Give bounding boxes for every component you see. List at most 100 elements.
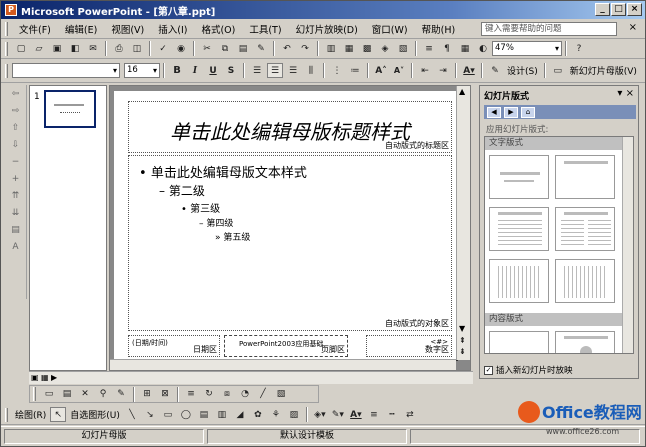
home-icon[interactable]: ⌂ [521,106,535,118]
zoom-select[interactable]: 47% [492,41,562,56]
close-button[interactable]: × [627,3,642,16]
show-on-insert-checkbox[interactable]: ✓ [484,365,493,375]
align-center-icon[interactable]: ☰ [267,63,283,78]
layout-title-only[interactable] [555,155,615,199]
menu-edit[interactable]: 编辑(E) [58,22,104,36]
title-placeholder[interactable]: 单击此处编辑母版标题样式 自动版式的标题区 [128,101,452,153]
oval-icon[interactable]: ◯ [178,407,194,422]
textbox-icon[interactable]: ▤ [196,407,212,422]
back-icon[interactable]: ◀ [487,106,501,118]
object-placeholder[interactable]: • 单击此处编辑母版文本样式 – 第二级 • 第三级 – 第四级 » 第五级 自… [128,155,452,331]
menu-format[interactable]: 格式(O) [194,22,242,36]
picture-tool-icon[interactable]: ▧ [273,387,289,402]
print-preview-icon[interactable]: ◫ [129,41,145,56]
align-right-icon[interactable]: ☰ [285,63,301,78]
show-formatting-icon[interactable]: ¶ [439,41,455,56]
scroll-down-icon[interactable]: ▼ [459,324,465,333]
minimize-button[interactable]: _ [595,3,610,16]
menu-tools[interactable]: 工具(T) [242,22,288,36]
toolbar-grip[interactable] [5,63,8,78]
close-document-icon[interactable]: × [629,22,637,33]
sorter-view-icon[interactable]: ▦ [41,373,49,382]
design-icon[interactable]: ✎ [487,63,503,78]
layout-two-column[interactable] [555,207,615,251]
increase-font-icon[interactable]: A˄ [373,63,389,78]
insert-title-master-icon[interactable]: ▤ [59,387,75,402]
new-document-icon[interactable]: ▢ [13,41,29,56]
menu-insert[interactable]: 插入(I) [151,22,194,36]
design-button[interactable]: 设计(S) [504,64,541,77]
bold-button[interactable]: B [169,63,185,78]
line-weight-icon[interactable]: ≡ [366,407,382,422]
copy-icon[interactable]: ⧉ [217,41,233,56]
normal-view-icon[interactable]: ▣ [31,373,39,382]
insert-slide-master-icon[interactable]: ▭ [41,387,57,402]
italic-button[interactable]: I [187,63,203,78]
vertical-scrollbar[interactable]: ▲ ▼ ⇞ ⇟ [456,86,470,360]
font-size-select[interactable]: 16 [124,63,160,78]
align-left-icon[interactable]: ☰ [249,63,265,78]
line-style-icon[interactable]: ╱ [255,387,271,402]
insert-diagram-icon[interactable]: ◈ [377,41,393,56]
scroll-up-icon[interactable]: ▲ [459,87,465,96]
paste-icon[interactable]: ▤ [235,41,251,56]
decrease-indent-icon[interactable]: ⇤ [417,63,433,78]
font-color-draw-icon[interactable]: A▾ [348,407,364,422]
expand-icon[interactable]: + [12,174,20,184]
clipart-icon[interactable]: ⚘ [268,407,284,422]
footer-placeholder[interactable]: PowerPoint2003应用基础 页脚区 [224,335,348,357]
toolbar-grip[interactable] [5,41,8,56]
insert-picture-icon[interactable]: ▧ [395,41,411,56]
line-color-icon[interactable]: ✎▾ [330,407,346,422]
toolbar-grip[interactable] [5,407,8,422]
task-pane-close-icon[interactable]: ▾ × [617,88,634,99]
picture-icon[interactable]: ▨ [286,407,302,422]
toolbar-grip[interactable] [5,21,8,36]
insert-chart-icon[interactable]: ▥ [323,41,339,56]
spelling-icon[interactable]: ✓ [155,41,171,56]
horizontal-scrollbar[interactable] [110,359,456,370]
layout-vertical-text[interactable] [489,259,549,303]
help-question-input[interactable]: 键入需要帮助的问题 [481,22,617,36]
layout-title-text[interactable] [489,207,549,251]
menu-view[interactable]: 视图(V) [104,22,151,36]
summary-slide-icon[interactable]: ▤ [11,225,20,235]
new-slide-master-button[interactable]: 新幻灯片母版(V) [567,64,640,77]
save-icon[interactable]: ▣ [49,41,65,56]
font-name-select[interactable] [12,63,120,78]
fill-icon[interactable]: ◔ [237,387,253,402]
vertical-textbox-icon[interactable]: ▥ [214,407,230,422]
expand-all-icon[interactable]: ⇊ [12,208,20,218]
menu-slideshow[interactable]: 幻灯片放映(D) [289,22,365,36]
increase-indent-icon[interactable]: ⇥ [435,63,451,78]
show-formatting-icon[interactable]: A [12,242,18,252]
grid-icon[interactable]: ▦ [457,41,473,56]
numbering-icon[interactable]: ⋮ [329,63,345,78]
fill-color-icon[interactable]: ◈▾ [312,407,328,422]
line-icon[interactable]: ╲ [124,407,140,422]
new-slide-master-icon[interactable]: ▭ [550,63,566,78]
layout-vertical-title[interactable] [555,259,615,303]
bullets-icon[interactable]: ≔ [347,63,363,78]
preserve-master-icon[interactable]: ⚲ [95,387,111,402]
maximize-button[interactable]: □ [611,3,626,16]
decrease-font-icon[interactable]: A˅ [391,63,407,78]
date-placeholder[interactable]: (日期/时间) 日期区 [128,335,220,357]
delete-master-icon[interactable]: ✕ [77,387,93,402]
move-up-icon[interactable]: ⇧ [12,123,20,133]
arrow-style-icon[interactable]: ⇄ [402,407,418,422]
arrow-icon[interactable]: ↘ [142,407,158,422]
underline-button[interactable]: U [205,63,221,78]
layout-blank[interactable] [489,331,549,353]
permission-icon[interactable]: ◧ [67,41,83,56]
master-layout-icon[interactable]: ⊞ [139,387,155,402]
rotate-icon[interactable]: ↻ [201,387,217,402]
select-objects-icon[interactable]: ↖ [50,407,67,422]
slide-master-canvas[interactable]: 单击此处编辑母版标题样式 自动版式的标题区 • 单击此处编辑母版文本样式 – 第… [114,91,456,359]
tables-borders-icon[interactable]: ▩ [359,41,375,56]
number-placeholder[interactable]: <#> 数字区 [366,335,452,357]
insert-table-icon[interactable]: ▦ [341,41,357,56]
close-master-view-icon[interactable]: ⊠ [157,387,173,402]
autoshapes-button[interactable]: 自选图形(U) [67,408,123,421]
undo-icon[interactable]: ↶ [279,41,295,56]
